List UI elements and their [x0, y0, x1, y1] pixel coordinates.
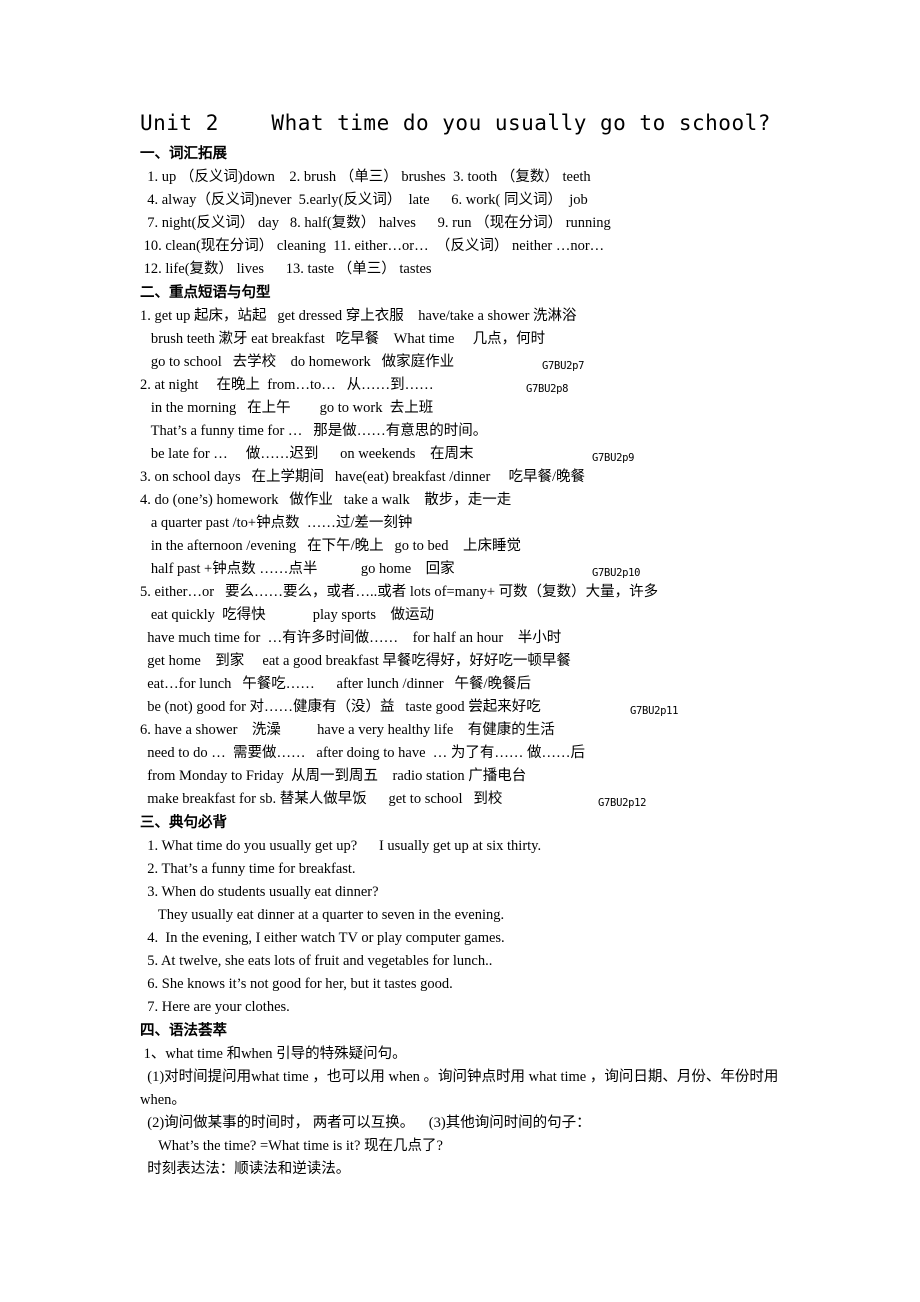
sentences-list: 1. What time do you usually get up? I us… [140, 835, 800, 1019]
section-heading-sentences: 三、典句必背 [140, 815, 227, 831]
vocabulary-list: 1. up （反义词)down 2. brush （单三） brushes 3.… [140, 166, 800, 281]
grammar-line: What’s the time? =What time is it? 现在几点了… [140, 1138, 443, 1154]
phrase-line: That’s a funny time for … 那是做……有意思的时间。 [140, 420, 800, 443]
phrase-line: need to do … 需要做…… after doing to have …… [140, 742, 800, 765]
phrase-line: 5. either…or 要么……要么，或者…..或者 lots of=many… [140, 581, 800, 604]
grammar-line: (1)对时间提问用what time ，也可以用 when 。询问钟点时用 wh… [140, 1069, 779, 1108]
phrase-line: from Monday to Friday 从周一到周五 radio stati… [140, 765, 800, 788]
page-title: Unit 2 What time do you usually go to sc… [140, 111, 771, 135]
phrase-text: be (not) good for 对……健康有（没）益 taste good … [140, 699, 541, 715]
phrase-text: make breakfast for sb. 替某人做早饭 get to sch… [140, 791, 503, 807]
phrase-line: brush teeth 漱牙 eat breakfast 吃早餐 What ti… [140, 328, 800, 351]
phrase-line: in the morning 在上午 go to work 去上班 [140, 397, 800, 420]
vocabulary-line: 12. life(复数） lives 13. taste （单三） tastes [140, 261, 432, 277]
phrase-text: brush teeth 漱牙 eat breakfast 吃早餐 What ti… [140, 331, 546, 347]
sentence-line: 4. In the evening, I either watch TV or … [140, 930, 505, 946]
phrase-text: 1. get up 起床，站起 get dressed 穿上衣服 have/ta… [140, 308, 577, 324]
phrase-text: 6. have a shower 洗澡 have a very healthy … [140, 722, 555, 738]
phrase-text: from Monday to Friday 从周一到周五 radio stati… [140, 768, 527, 784]
document-content: Unit 2 What time do you usually go to sc… [140, 108, 800, 1181]
phrase-line: 4. do (one’s) homework 做作业 take a walk 散… [140, 489, 800, 512]
document-page: Unit 2 What time do you usually go to sc… [0, 0, 920, 1302]
page-reference-stamp: G7BU2p12 [598, 797, 647, 809]
section-heading-phrases: 二、重点短语与句型 [140, 285, 271, 301]
phrases-list: 1. get up 起床，站起 get dressed 穿上衣服 have/ta… [140, 305, 800, 811]
phrase-line: have much time for …有许多时间做…… for half an… [140, 627, 800, 650]
phrase-text: 5. either…or 要么……要么，或者…..或者 lots of=many… [140, 584, 659, 600]
section-heading-vocabulary: 一、词汇拓展 [140, 146, 227, 162]
phrase-text: go to school 去学校 do homework 做家庭作业 [140, 354, 455, 370]
phrase-text: 2. at night 在晚上 from…to… 从……到…… [140, 377, 434, 393]
sentence-line: They usually eat dinner at a quarter to … [140, 907, 505, 923]
phrase-line: in the afternoon /evening 在下午/晚上 go to b… [140, 535, 800, 558]
sentence-line: 1. What time do you usually get up? I us… [140, 838, 542, 854]
phrase-line: 6. have a shower 洗澡 have a very healthy … [140, 719, 800, 742]
phrase-text: That’s a funny time for … 那是做……有意思的时间。 [140, 423, 488, 439]
vocabulary-line: 1. up （反义词)down 2. brush （单三） brushes 3.… [140, 169, 591, 185]
sentence-line: 7. Here are your clothes. [140, 999, 290, 1015]
phrase-line: half past +钟点数 ……点半 go home 回家 G7BU2p10 [140, 558, 800, 581]
phrase-text: half past +钟点数 ……点半 go home 回家 [140, 561, 455, 577]
phrase-text: have much time for …有许多时间做…… for half an… [140, 630, 562, 646]
grammar-list: 1、what time 和when 引导的特殊疑问句。 (1)对时间提问用wha… [140, 1043, 800, 1181]
sentence-line: 6. She knows it’s not good for her, but … [140, 976, 453, 992]
phrase-text: 3. on school days 在上学期间 have(eat) breakf… [140, 469, 585, 485]
sentence-line: 2. That’s a funny time for breakfast. [140, 861, 356, 877]
grammar-line: 1、what time 和when 引导的特殊疑问句。 [140, 1046, 407, 1062]
phrase-text: 4. do (one’s) homework 做作业 take a walk 散… [140, 492, 512, 508]
phrase-line: 1. get up 起床，站起 get dressed 穿上衣服 have/ta… [140, 305, 800, 328]
grammar-line: (2)询问做某事的时间时， 两者可以互换。 (3)其他询问时间的句子： [140, 1115, 591, 1131]
phrase-text: in the afternoon /evening 在下午/晚上 go to b… [140, 538, 521, 554]
vocabulary-line: 7. night(反义词） day 8. half(复数） halves 9. … [140, 215, 611, 231]
phrase-text: eat quickly 吃得快 play sports 做运动 [140, 607, 434, 623]
phrase-line: be (not) good for 对……健康有（没）益 taste good … [140, 696, 800, 719]
phrase-line: eat…for lunch 午餐吃…… after lunch /dinner … [140, 673, 800, 696]
phrase-line: 3. on school days 在上学期间 have(eat) breakf… [140, 466, 800, 489]
phrase-line: 2. at night 在晚上 from…to… 从……到…… G7BU2p8 [140, 374, 800, 397]
sentence-line: 3. When do students usually eat dinner? [140, 884, 379, 900]
phrase-line: be late for … 做……迟到 on weekends 在周末 G7BU2… [140, 443, 800, 466]
phrase-line: get home 到家 eat a good breakfast 早餐吃得好，好… [140, 650, 800, 673]
phrase-text: eat…for lunch 午餐吃…… after lunch /dinner … [140, 676, 532, 692]
phrase-text: be late for … 做……迟到 on weekends 在周末 [140, 446, 474, 462]
vocabulary-line: 10. clean(现在分词） cleaning 11. either…or… … [140, 238, 605, 254]
phrase-text: get home 到家 eat a good breakfast 早餐吃得好，好… [140, 653, 571, 669]
grammar-line: 时刻表达法：顺读法和逆读法。 [140, 1161, 351, 1177]
phrase-text: a quarter past /to+钟点数 ……过/差一刻钟 [140, 515, 413, 531]
phrase-line: go to school 去学校 do homework 做家庭作业 G7BU2p… [140, 351, 800, 374]
phrase-text: in the morning 在上午 go to work 去上班 [140, 400, 434, 416]
phrase-line: eat quickly 吃得快 play sports 做运动 [140, 604, 800, 627]
section-heading-grammar: 四、语法荟萃 [140, 1023, 227, 1039]
vocabulary-line: 4. alway（反义词)never 5.early(反义词） late 6. … [140, 192, 588, 208]
sentence-line: 5. At twelve, she eats lots of fruit and… [140, 953, 493, 969]
phrase-line: a quarter past /to+钟点数 ……过/差一刻钟 [140, 512, 800, 535]
phrase-text: need to do … 需要做…… after doing to have …… [140, 745, 586, 761]
phrase-line: make breakfast for sb. 替某人做早饭 get to sch… [140, 788, 800, 811]
